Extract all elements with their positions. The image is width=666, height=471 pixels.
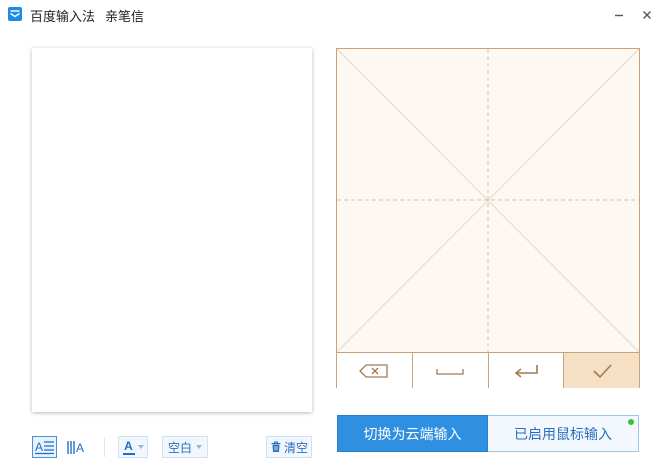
toolbar-divider [104, 437, 105, 457]
tool-name: 亲笔信 [105, 10, 145, 25]
vertical-layout-button[interactable]: A [64, 436, 89, 458]
chevron-down-icon [137, 445, 144, 449]
confirm-button[interactable] [564, 353, 639, 388]
window-title: 百度输入法 亲笔信 [30, 6, 144, 25]
handwriting-pad [336, 48, 640, 388]
handwriting-app-icon [8, 7, 22, 21]
close-button[interactable] [636, 4, 658, 26]
font-color-swatch [122, 452, 135, 455]
chevron-down-icon [196, 445, 202, 449]
pad-toolbar [337, 352, 639, 388]
horizontal-layout-icon: A [35, 440, 54, 455]
cloud-input-label: 切换为云端输入 [363, 426, 462, 443]
backspace-icon [359, 363, 389, 378]
space-button[interactable] [412, 353, 489, 388]
font-color-button[interactable]: A [118, 436, 148, 458]
status-dot [628, 419, 634, 425]
title-bar: 百度输入法 亲笔信 [0, 0, 666, 30]
vertical-layout-icon: A [66, 441, 84, 455]
background-select[interactable]: 空白 [162, 436, 208, 458]
enter-button[interactable] [488, 353, 565, 388]
svg-text:A: A [35, 440, 43, 454]
svg-text:A: A [76, 441, 84, 455]
font-color-icon: A [122, 438, 135, 455]
trash-icon [271, 441, 281, 452]
checkmark-icon [593, 363, 612, 378]
minimize-icon [615, 14, 623, 17]
app-name: 百度输入法 [30, 10, 96, 25]
switch-cloud-input-button[interactable]: 切换为云端输入 [337, 415, 488, 452]
letter-paper[interactable] [32, 48, 312, 412]
backspace-button[interactable] [337, 353, 413, 388]
enter-icon [514, 364, 538, 378]
font-color-letter: A [124, 438, 133, 453]
writing-area[interactable] [337, 49, 639, 352]
mouse-input-label: 已启用鼠标输入 [514, 426, 612, 443]
close-icon [643, 11, 651, 19]
space-icon [436, 368, 464, 375]
clear-button[interactable]: 清空 [266, 436, 312, 458]
mouse-input-button[interactable]: 已启用鼠标输入 [488, 415, 639, 452]
minimize-button[interactable] [608, 4, 630, 26]
clear-label: 清空 [283, 440, 308, 455]
horizontal-layout-button[interactable]: A [32, 436, 57, 458]
background-label: 空白 [167, 440, 192, 455]
